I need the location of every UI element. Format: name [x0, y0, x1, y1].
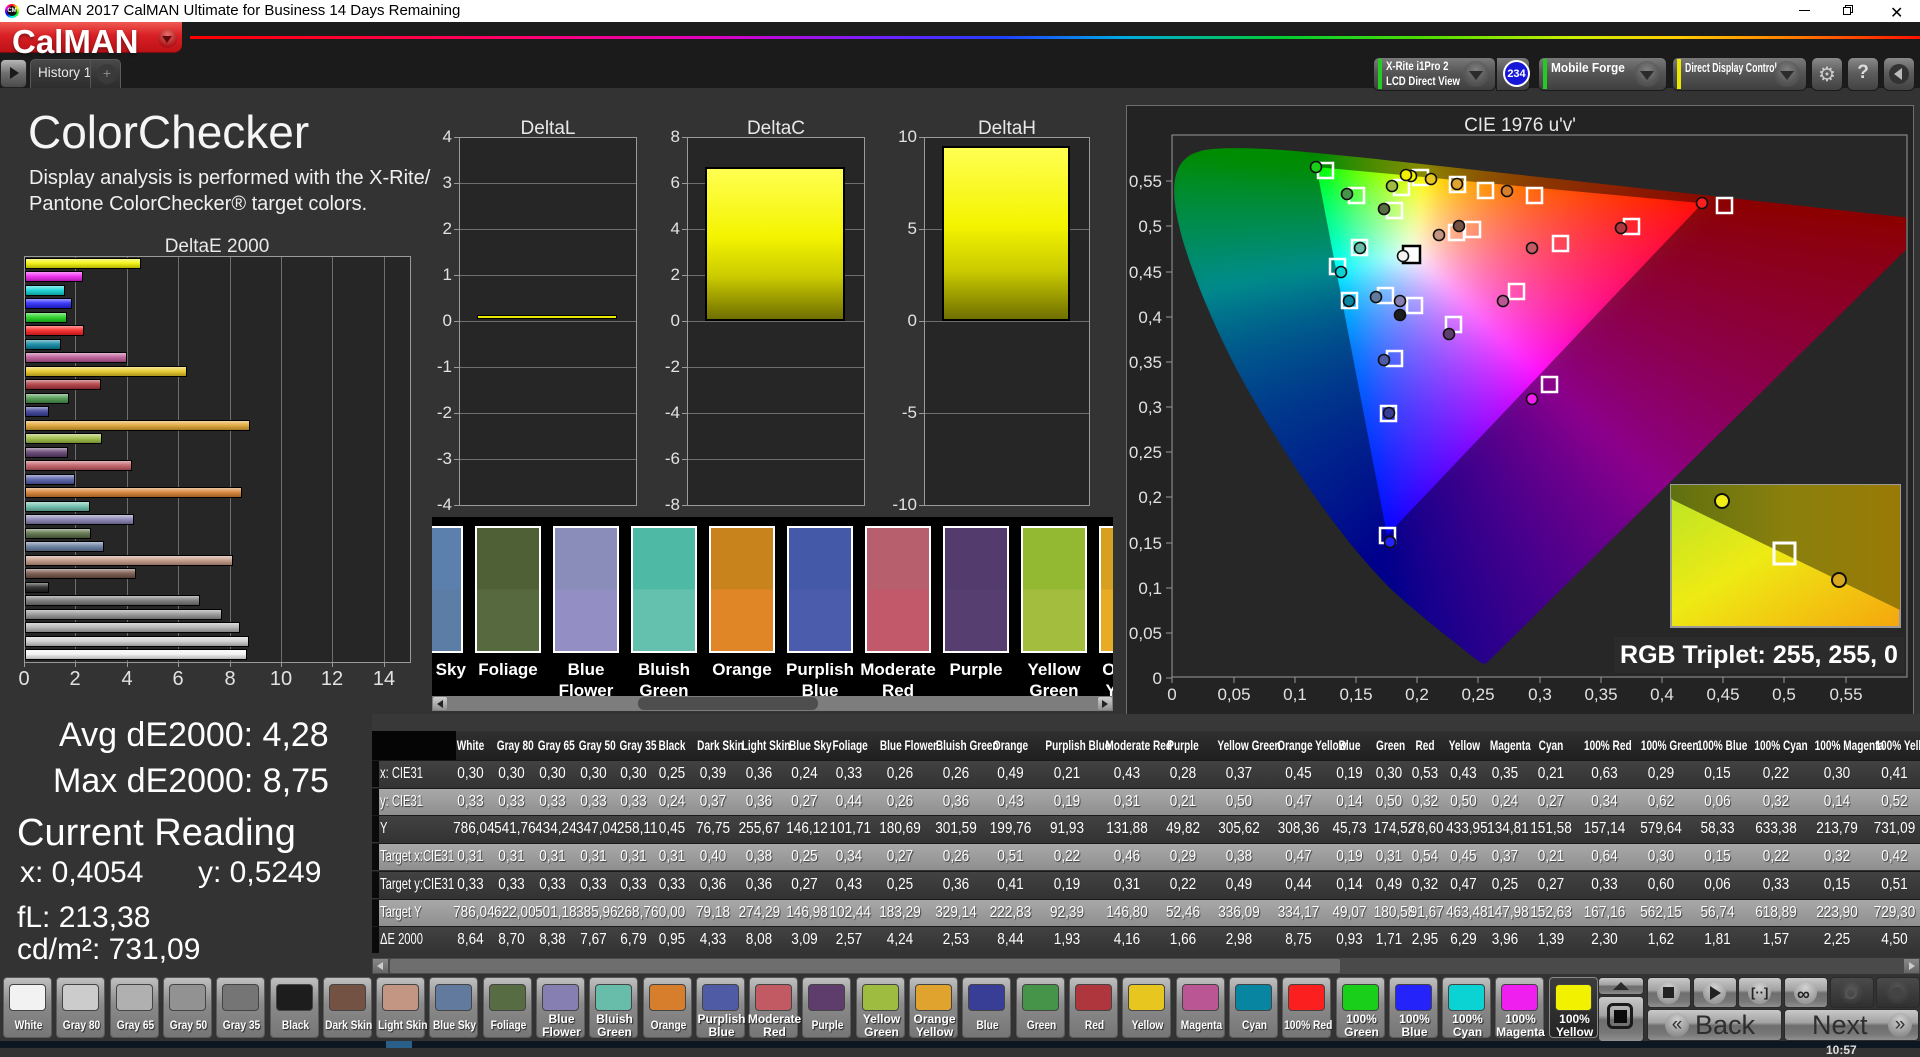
svg-text:0,5: 0,5	[1138, 217, 1162, 236]
svg-text:0,35: 0,35	[1129, 353, 1162, 372]
svg-text:0,15: 0,15	[1339, 685, 1372, 704]
svg-text:0,55: 0,55	[1829, 685, 1862, 704]
svg-text:0,55: 0,55	[1129, 172, 1162, 191]
svg-text:0,05: 0,05	[1217, 685, 1250, 704]
svg-text:0,25: 0,25	[1129, 443, 1162, 462]
svg-text:0,4: 0,4	[1138, 308, 1162, 327]
svg-text:0,05: 0,05	[1129, 624, 1162, 643]
svg-text:0,3: 0,3	[1138, 398, 1162, 417]
svg-text:0,35: 0,35	[1584, 685, 1617, 704]
svg-text:CIE 1976 u'v': CIE 1976 u'v'	[1464, 115, 1576, 136]
svg-text:0,4: 0,4	[1650, 685, 1674, 704]
svg-text:0,1: 0,1	[1283, 685, 1307, 704]
svg-text:0,2: 0,2	[1138, 488, 1162, 507]
svg-text:0,3: 0,3	[1528, 685, 1552, 704]
svg-text:0,25: 0,25	[1461, 685, 1494, 704]
svg-text:0,5: 0,5	[1772, 685, 1796, 704]
svg-text:0: 0	[1153, 669, 1162, 688]
svg-text:0,45: 0,45	[1129, 263, 1162, 282]
svg-text:RGB Triplet: 255, 255, 0: RGB Triplet: 255, 255, 0	[1620, 641, 1898, 669]
svg-text:0,1: 0,1	[1138, 579, 1162, 598]
svg-text:0,15: 0,15	[1129, 534, 1162, 553]
svg-text:0: 0	[1167, 685, 1176, 704]
svg-text:0,2: 0,2	[1405, 685, 1429, 704]
svg-text:0,45: 0,45	[1706, 685, 1739, 704]
